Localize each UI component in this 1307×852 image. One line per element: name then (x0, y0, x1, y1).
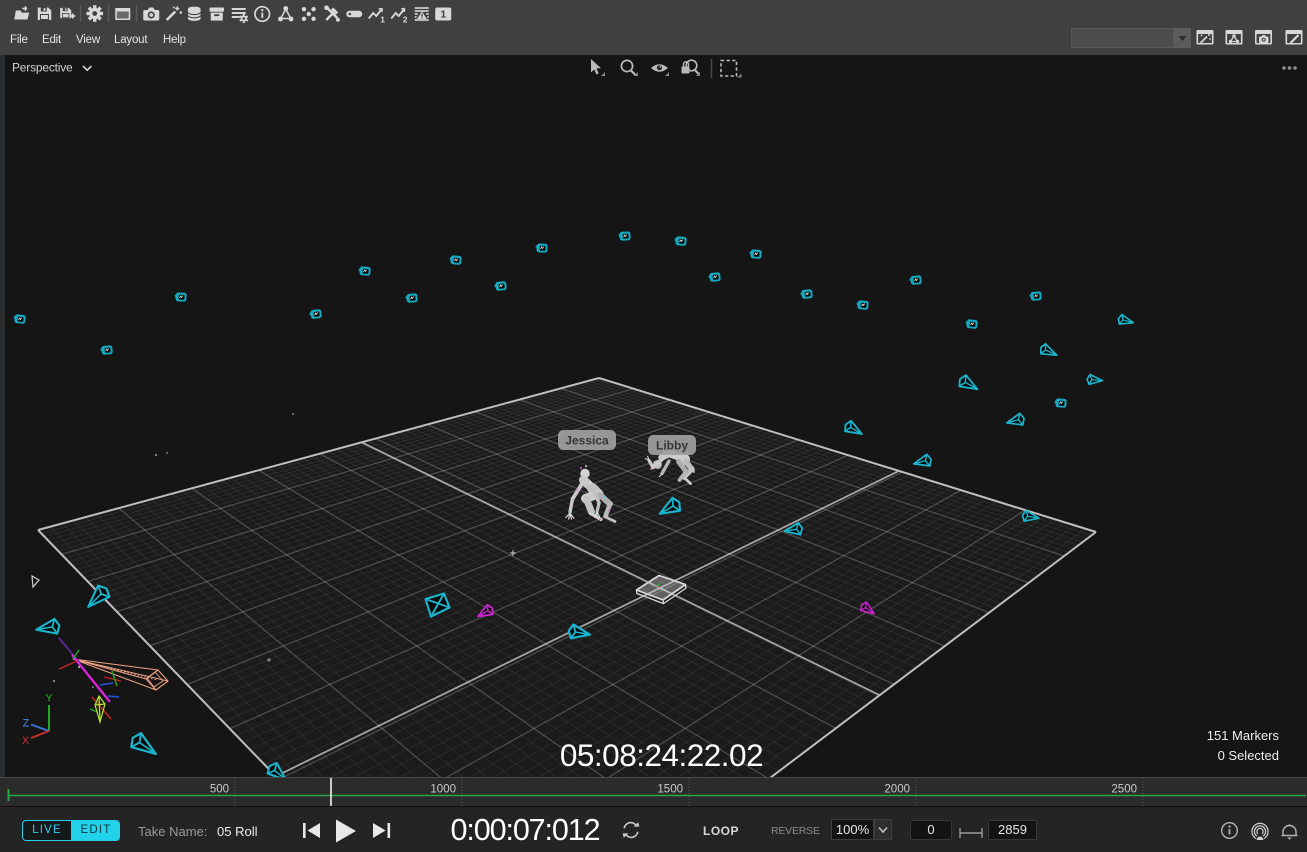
svg-text:Z: Z (23, 718, 30, 730)
svg-text:X: X (22, 735, 30, 747)
svg-text:1000: 1000 (430, 784, 456, 796)
svg-text:1: 1 (440, 9, 446, 21)
svg-text:Libby: Libby (656, 439, 688, 453)
svg-text:0 Selected: 0 Selected (1218, 748, 1279, 763)
svg-text:05:08:24:22.02: 05:08:24:22.02 (560, 737, 763, 773)
svg-text:151 Markers: 151 Markers (1207, 728, 1280, 743)
svg-text:Y: Y (45, 693, 53, 705)
svg-text:500: 500 (210, 784, 229, 796)
svg-text:2500: 2500 (1111, 784, 1137, 796)
svg-text:2: 2 (403, 15, 408, 25)
svg-text:Perspective: Perspective (12, 61, 73, 75)
svg-text:2000: 2000 (884, 784, 910, 796)
svg-text:Jessica: Jessica (565, 434, 609, 448)
svg-text:1: 1 (380, 15, 385, 25)
svg-text:1500: 1500 (657, 784, 683, 796)
